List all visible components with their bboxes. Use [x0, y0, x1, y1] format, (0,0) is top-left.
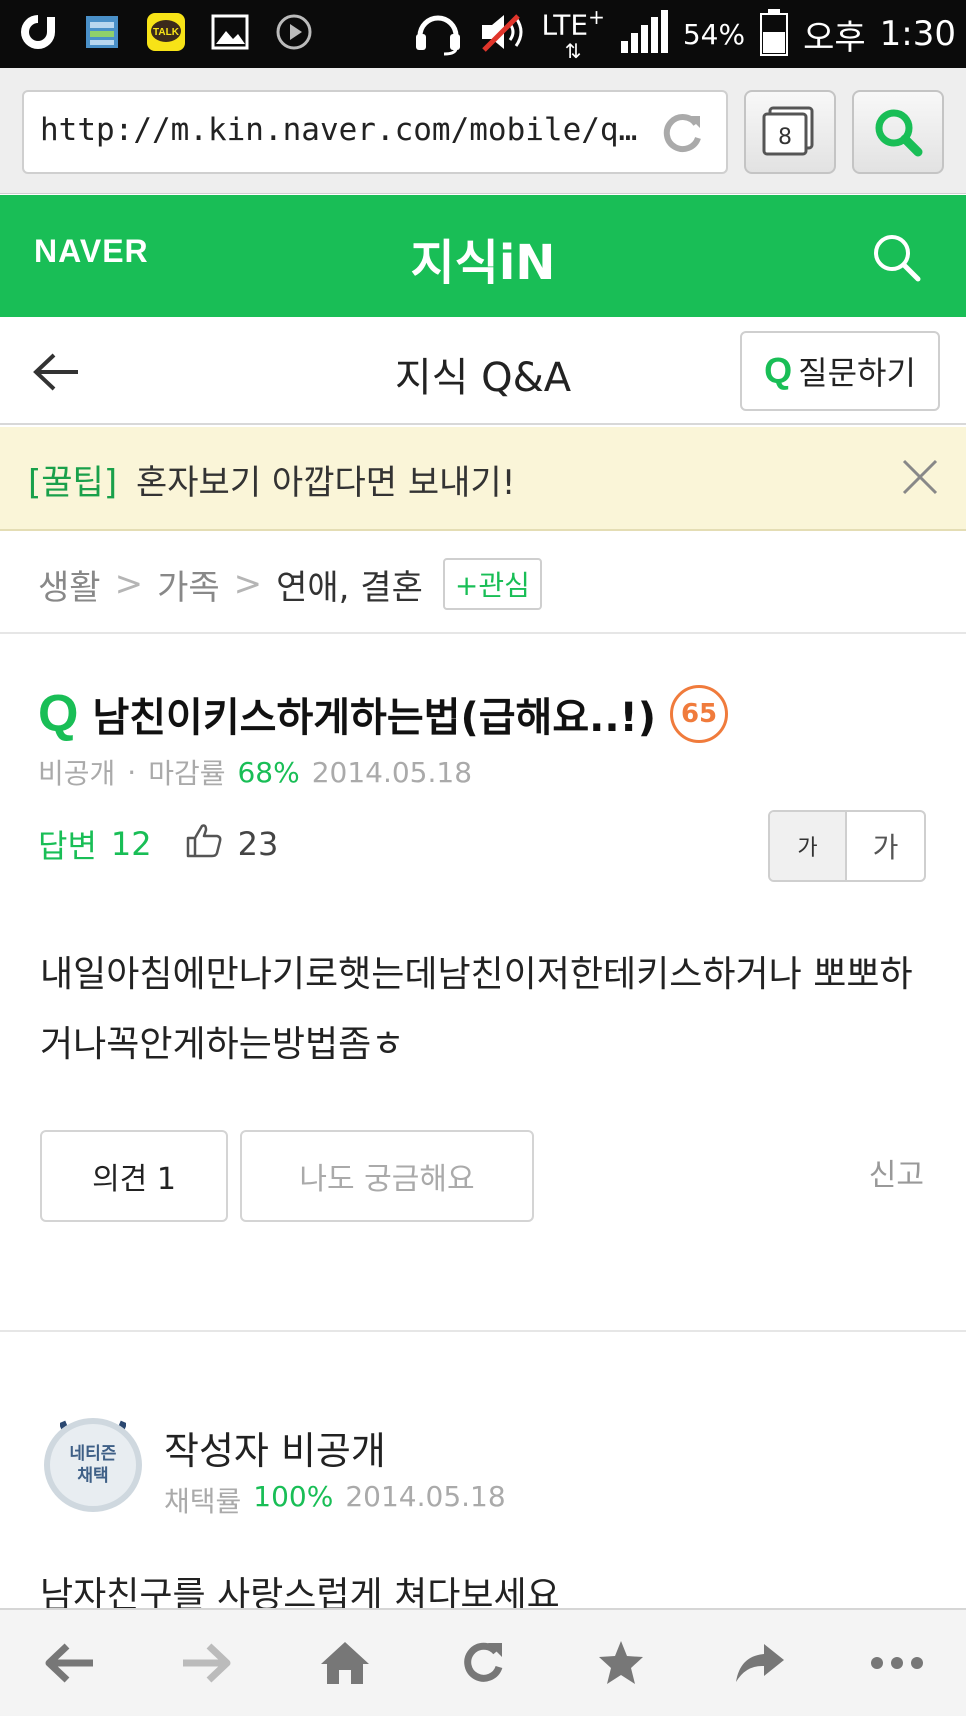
battery-icon [759, 8, 789, 60]
adopt-rate-value: 100% [253, 1480, 334, 1513]
battery-percent: 54% [682, 17, 746, 51]
tip-text[interactable]: 혼자보기 아깝다면 보내기! [136, 455, 515, 504]
tip-tag: [꿀팁] [28, 463, 118, 503]
question-meta: 비공개 · 마감률 68% 2014.05.18 [38, 752, 472, 792]
breadcrumb-item-family[interactable]: 가족 [157, 560, 220, 609]
ask-question-label: 질문하기 [798, 354, 916, 392]
close-rate-label: 마감률 [148, 757, 226, 790]
reload-icon[interactable] [656, 108, 708, 160]
tabs-button[interactable]: 8 [744, 90, 836, 174]
q-icon: Q [764, 350, 793, 391]
answer-stats: 답변 12 23 [38, 820, 278, 868]
network-indicator: LTE+ ⇅ [541, 4, 605, 64]
answer-author: 작성자 비공개 [164, 1429, 386, 1473]
naver-header: NAVER 지식iN [0, 195, 966, 317]
answers-label[interactable]: 답변 [38, 821, 97, 867]
breadcrumb-separator: > [114, 564, 144, 604]
question-title: 남친이키스하게하는법(급해요..!) [92, 695, 657, 741]
browser-bottom-nav [0, 1608, 966, 1716]
reload-icon[interactable] [443, 1623, 523, 1703]
kakaotalk-icon: TALK [144, 10, 188, 54]
star-icon[interactable] [581, 1623, 661, 1703]
opinion-button[interactable]: 의견 1 [40, 1130, 228, 1222]
divider [0, 1330, 966, 1332]
sub-header: 지식 Q&A Q 질문하기 [0, 317, 966, 425]
play-icon [272, 10, 316, 54]
status-bar: TALK LTE+ ⇅ 54% 오후 1:30 [0, 0, 966, 68]
time-period: 오후 [803, 17, 866, 58]
clock: 1:30 [879, 14, 956, 54]
add-interest-button[interactable]: +관심 [442, 558, 542, 610]
question-author: 비공개 [38, 757, 116, 790]
avatar-label-1: 네티즌 [69, 1444, 117, 1464]
question-body: 내일아침에만나기로햇는데남친이저한테키스하거나 뽀뽀하거나꼭안게하는방법좀ㅎ [40, 954, 913, 1065]
carrier-icon [16, 10, 60, 54]
tab-count: 8 [778, 125, 792, 150]
close-rate-value: 68% [237, 755, 300, 789]
close-icon[interactable] [898, 455, 942, 499]
breadcrumb: 생활 > 가족 > 연애, 결혼 +관심 [38, 556, 542, 612]
home-icon[interactable] [305, 1623, 385, 1703]
signal-icon [619, 9, 669, 59]
font-size-toggle: 가 가 [768, 810, 926, 882]
url-bar[interactable]: http://m.kin.naver.com/mobile/q... [22, 90, 728, 174]
thumbs-up-icon[interactable] [184, 820, 224, 868]
forward-arrow-icon[interactable] [167, 1623, 247, 1703]
breadcrumb-item-dating[interactable]: 연애, 결혼 [276, 560, 423, 609]
ask-question-button[interactable]: Q 질문하기 [740, 331, 940, 411]
back-arrow-icon[interactable] [29, 1623, 109, 1703]
avatar: 네티즌 채택 [44, 1418, 142, 1512]
avatar-label-2: 채택 [77, 1466, 109, 1486]
divider [0, 632, 966, 634]
like-count: 23 [237, 825, 279, 863]
question-title-row: Q 남친이키스하게하는법(급해요..!) 65 [38, 684, 729, 744]
adopt-rate-label: 채택률 [164, 1485, 242, 1518]
meta-dot: · [127, 755, 137, 789]
gallery-icon [208, 10, 252, 54]
headset-icon [412, 8, 464, 60]
me-too-button[interactable]: 나도 궁금해요 [240, 1130, 534, 1222]
breadcrumb-separator: > [233, 564, 263, 604]
font-size-small-button[interactable]: 가 [770, 812, 847, 880]
svg-text:TALK: TALK [153, 27, 180, 38]
url-text[interactable]: http://m.kin.naver.com/mobile/q... [40, 112, 640, 148]
answer-meta: 채택률 100% 2014.05.18 [164, 1480, 506, 1520]
question-mark-icon: Q [38, 685, 79, 743]
calendar-icon [80, 10, 124, 54]
share-icon[interactable] [719, 1623, 799, 1703]
question-date: 2014.05.18 [311, 755, 473, 789]
question-level-badge: 65 [670, 685, 729, 743]
report-link[interactable]: 신고 [869, 1150, 924, 1194]
browser-search-button[interactable] [852, 90, 944, 174]
more-icon[interactable] [857, 1623, 937, 1703]
mute-icon [478, 10, 528, 58]
search-icon[interactable] [870, 231, 922, 283]
font-size-large-button[interactable]: 가 [847, 812, 924, 880]
browser-toolbar: http://m.kin.naver.com/mobile/q... 8 [0, 68, 966, 194]
tip-banner[interactable]: [꿀팁] 혼자보기 아깝다면 보내기! [0, 427, 966, 531]
answer-date: 2014.05.18 [345, 1480, 506, 1513]
kin-logo[interactable]: 지식iN [0, 223, 966, 293]
answers-count[interactable]: 12 [111, 825, 152, 863]
breadcrumb-item-life[interactable]: 생활 [38, 560, 101, 609]
